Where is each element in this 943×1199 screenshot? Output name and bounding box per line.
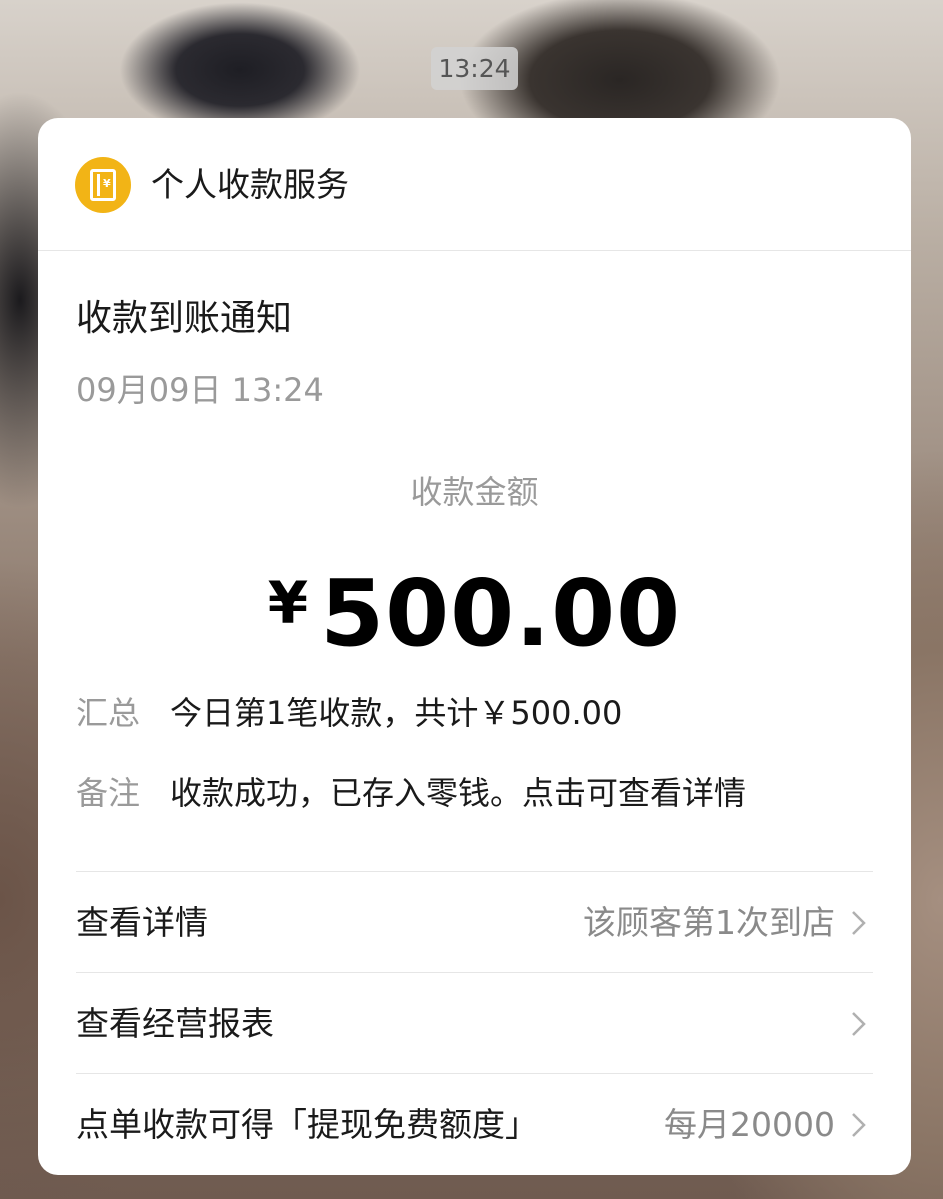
note-row: 备注 收款成功，已存入零钱。点击可查看详情 xyxy=(76,771,876,815)
message-timestamp: 13:24 xyxy=(431,47,518,90)
note-key: 备注 xyxy=(76,774,141,812)
app-name: 个人收款服务 xyxy=(151,165,349,204)
action-list: 查看详情 该顾客第1次到店 查看经营报表 点单收款可得「提现免费额度」 每月20… xyxy=(76,871,873,1174)
card-header[interactable]: ¥ 个人收款服务 xyxy=(38,118,911,251)
summary-key: 汇总 xyxy=(76,694,141,732)
notification-datetime: 09月09日 13:24 xyxy=(76,371,324,409)
chevron-right-icon xyxy=(852,911,866,935)
list-item-extra: 每月20000 xyxy=(664,1105,835,1144)
chevron-right-icon xyxy=(852,1012,866,1036)
currency-symbol: ¥ xyxy=(267,569,309,637)
list-item-label: 查看经营报表 xyxy=(76,1004,274,1043)
list-item-business-report[interactable]: 查看经营报表 xyxy=(76,972,873,1073)
summary-row: 汇总 今日第1笔收款，共计￥500.00 xyxy=(76,691,876,735)
amount-label: 收款金额 xyxy=(410,473,539,511)
list-item-free-withdrawal[interactable]: 点单收款可得「提现免费额度」 每月20000 xyxy=(76,1073,873,1174)
list-item-extra: 该顾客第1次到店 xyxy=(583,903,835,942)
note-value: 收款成功，已存入零钱。点击可查看详情 xyxy=(170,774,747,812)
amount-value: 500.00 xyxy=(320,560,682,667)
notification-title: 收款到账通知 xyxy=(76,298,293,339)
list-item-view-details[interactable]: 查看详情 该顾客第1次到店 xyxy=(76,871,873,972)
chevron-right-icon xyxy=(852,1113,866,1137)
list-item-label: 点单收款可得「提现免费额度」 xyxy=(76,1105,538,1144)
payment-notification-card[interactable]: ¥ 个人收款服务 收款到账通知 09月09日 13:24 收款金额 ¥500.0… xyxy=(38,118,911,1175)
ledger-yen-icon: ¥ xyxy=(75,157,131,213)
list-item-label: 查看详情 xyxy=(76,903,208,942)
summary-value: 今日第1笔收款，共计￥500.00 xyxy=(170,694,623,732)
amount-display: ¥500.00 xyxy=(38,548,911,695)
